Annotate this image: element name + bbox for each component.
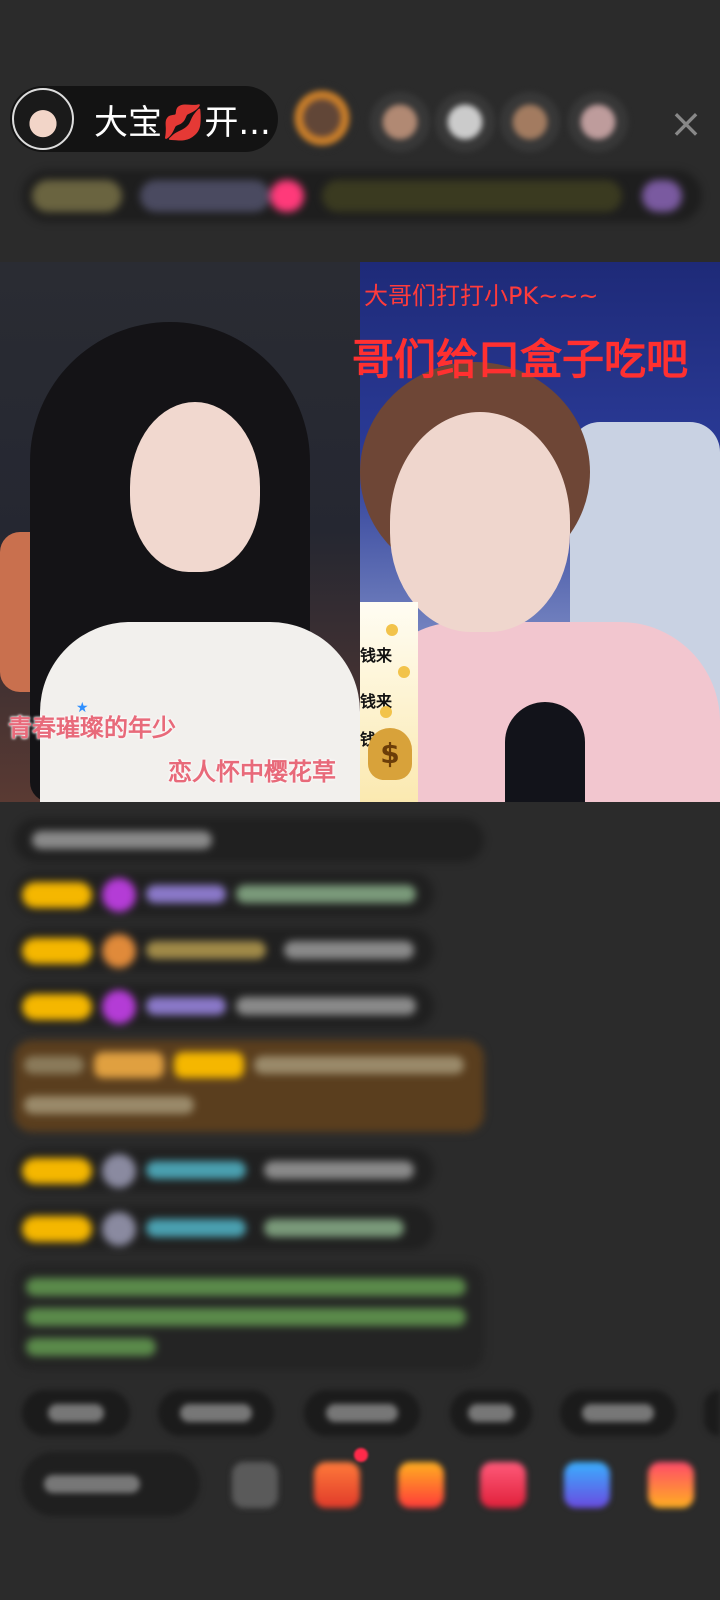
chat-text [264, 1161, 414, 1179]
chat-username [146, 997, 226, 1015]
coin-banner: 钱来 钱来 钱来 $ [360, 602, 418, 802]
task-icon[interactable] [314, 1462, 360, 1508]
rank-chip [32, 180, 122, 212]
streamer-face [390, 412, 570, 632]
gift-icon [102, 934, 136, 968]
chat-text [32, 831, 212, 849]
coin-icon [398, 666, 410, 678]
quick-reply-pill[interactable] [704, 1390, 720, 1436]
chat-message-highlighted[interactable] [14, 1040, 484, 1132]
quick-reply-pill[interactable] [304, 1390, 420, 1436]
red-packet-icon[interactable] [398, 1462, 444, 1508]
pk-banner-text-2: 哥们给口盒子吃吧 [352, 335, 689, 384]
rank-chip [642, 180, 682, 212]
chat-message[interactable] [14, 1148, 434, 1192]
rank-chip [140, 180, 270, 212]
lyric-line-2: 恋人怀中樱花草 [168, 758, 336, 786]
more-icon[interactable] [648, 1462, 694, 1508]
top-viewer-avatar-3[interactable] [435, 92, 495, 152]
quick-reply-pill[interactable] [450, 1390, 532, 1436]
lyric-line-1: 青春璀璨的年少 [8, 714, 176, 742]
chat-text [236, 885, 416, 903]
chat-text [264, 1219, 404, 1237]
level-badge [22, 882, 92, 908]
chat-text [24, 1056, 84, 1074]
top-viewer-avatar-4[interactable] [500, 92, 560, 152]
gem-icon [102, 990, 136, 1024]
chat-message[interactable] [14, 872, 434, 916]
chat-message[interactable] [14, 818, 484, 862]
gift-icon [102, 1212, 136, 1246]
chat-message[interactable] [14, 928, 434, 972]
chat-username [146, 1219, 246, 1237]
money-bag-icon: $ [368, 728, 412, 780]
chat-text [24, 1096, 194, 1114]
pill-text [326, 1404, 398, 1422]
pill-text [180, 1404, 252, 1422]
chat-username [146, 941, 266, 959]
notification-dot [354, 1448, 368, 1462]
interact-icon[interactable] [564, 1462, 610, 1508]
notice-text [26, 1338, 156, 1356]
rank-chip [322, 180, 622, 212]
level-badge [22, 938, 92, 964]
host-avatar[interactable] [12, 88, 74, 150]
top-viewer-avatar-1[interactable] [290, 86, 354, 150]
level-badge [22, 1158, 92, 1184]
level-badge [174, 1052, 244, 1078]
close-icon[interactable]: × [660, 98, 712, 150]
pill-text [582, 1404, 654, 1422]
system-notice [14, 1264, 484, 1370]
coin-icon [386, 624, 398, 636]
rank-chip [270, 180, 304, 212]
microphone [505, 702, 585, 802]
quick-reply-pill[interactable] [560, 1390, 676, 1436]
chat-message[interactable] [14, 984, 434, 1028]
level-badge [22, 994, 92, 1020]
coin-text: 钱来 [360, 646, 393, 665]
notice-text [26, 1308, 466, 1326]
emoji-icon[interactable] [232, 1462, 278, 1508]
chat-badge [94, 1052, 164, 1078]
chat-text [236, 997, 416, 1015]
quick-reply-pill[interactable] [22, 1390, 130, 1436]
host-info-pill[interactable]: 大宝💋开... [10, 86, 278, 152]
chat-message[interactable] [14, 1206, 434, 1250]
chat-username [146, 885, 226, 903]
gift-icon [102, 1154, 136, 1188]
pk-banner-text-1: 大哥们打打小PK~~~ [364, 282, 599, 310]
quick-reply-pill[interactable] [158, 1390, 274, 1436]
chat-text [284, 941, 414, 959]
top-viewer-avatar-5[interactable] [568, 92, 628, 152]
pill-text [48, 1404, 104, 1422]
level-badge [22, 1216, 92, 1242]
coin-icon [380, 706, 392, 718]
streamer-face [130, 402, 260, 572]
gift-icon[interactable] [480, 1462, 526, 1508]
rank-strip[interactable] [22, 170, 702, 222]
comment-placeholder [44, 1475, 140, 1493]
pill-text [468, 1404, 514, 1422]
chat-text [254, 1056, 464, 1074]
gem-icon [102, 878, 136, 912]
host-name: 大宝💋开... [94, 102, 271, 143]
notice-text [26, 1278, 466, 1296]
comment-input[interactable] [22, 1452, 200, 1516]
chat-username [146, 1161, 246, 1179]
top-viewer-avatar-2[interactable] [370, 92, 430, 152]
